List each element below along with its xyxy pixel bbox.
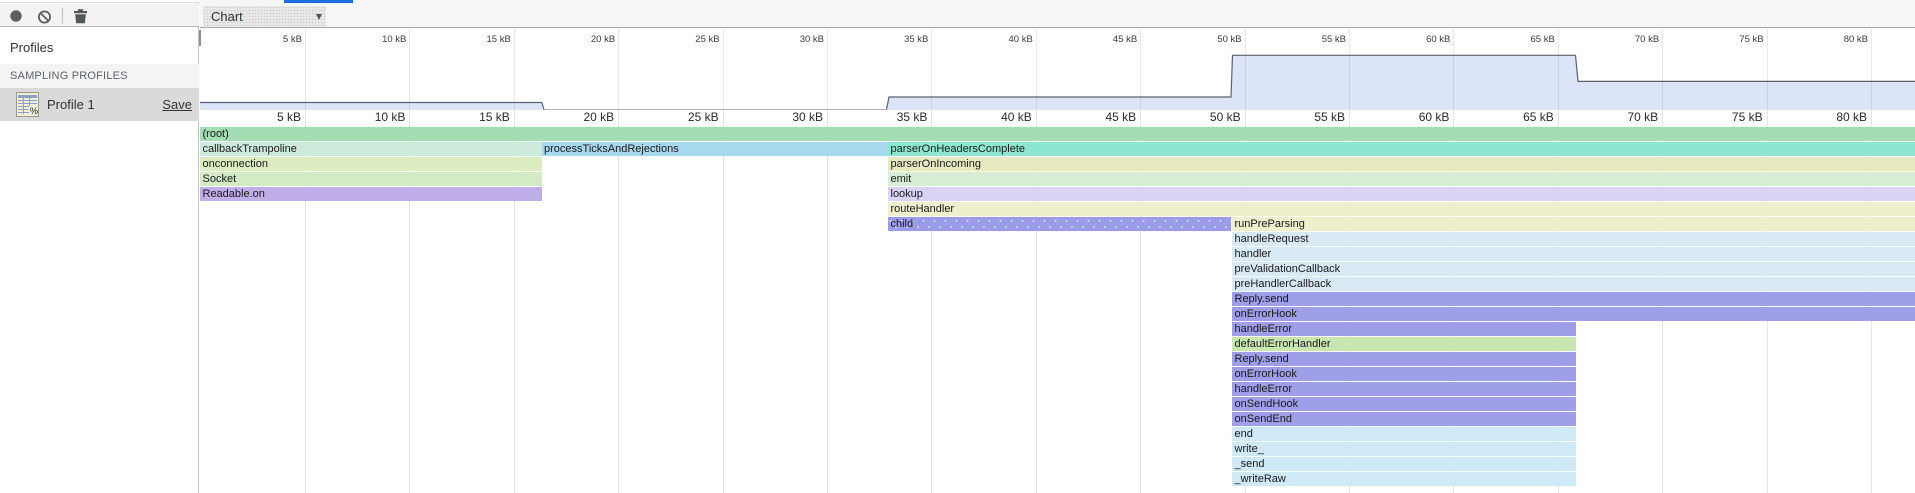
- svg-text:%: %: [30, 106, 38, 116]
